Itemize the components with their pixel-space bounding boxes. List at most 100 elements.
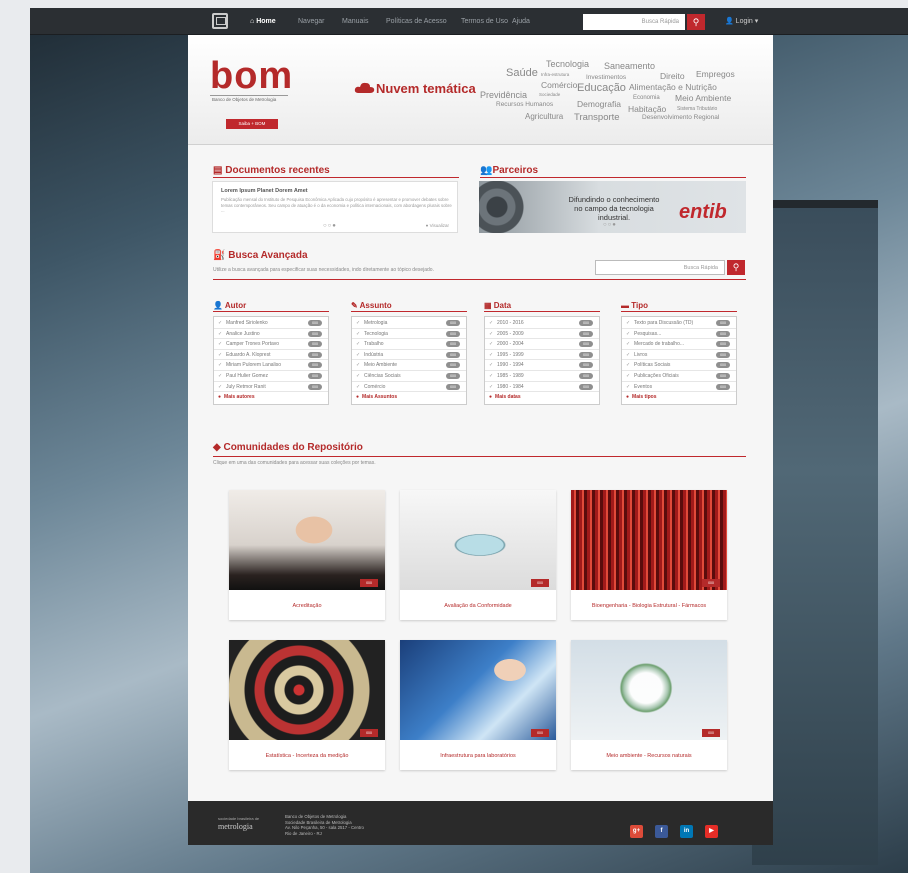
- site-logo-icon[interactable]: [212, 13, 228, 29]
- partner-banner[interactable]: Difundindo o conhecimento no campo da tec…: [479, 181, 746, 233]
- community-card[interactable]: 000 Infraestrutura para laboratórios: [400, 640, 556, 770]
- facet-tipo: ▬ Tipo Texto para Discussão (TD)000 Pesq…: [621, 300, 737, 406]
- facet-item[interactable]: Publicações Oficiais000: [622, 371, 736, 382]
- community-card[interactable]: 000 Estatística - Incerteza da medição: [229, 640, 385, 770]
- facet-item[interactable]: 2000 - 2004000: [485, 339, 599, 350]
- facet-item[interactable]: 1985 - 1989000: [485, 371, 599, 382]
- facet-item[interactable]: 1980 - 1984000: [485, 382, 599, 393]
- facet-item[interactable]: Tecnologia000: [352, 329, 466, 340]
- partners-title: 👥Parceiros: [480, 165, 539, 176]
- facet-item[interactable]: 1995 - 1999000: [485, 350, 599, 361]
- tag-rh[interactable]: Recursos Humanos: [496, 101, 553, 109]
- tag-educacao[interactable]: Educação: [577, 83, 626, 94]
- book-icon: ▬: [621, 301, 632, 310]
- community-card[interactable]: 000 Meio ambiente - Recursos naturais: [571, 640, 727, 770]
- nav-navegar[interactable]: Navegar: [298, 8, 324, 35]
- tag-transporte[interactable]: Transporte: [574, 113, 620, 123]
- recent-doc-card[interactable]: Lorem Ipsum Planet Dorem Amet Publicação…: [212, 181, 458, 233]
- facet-assunto: ✎ Assunto Metrologia000 Tecnologia000 Tr…: [351, 300, 467, 406]
- facet-item[interactable]: 1990 - 1994000: [485, 360, 599, 371]
- main-page: bom Banco de Objetos de Metrologia Saiba…: [188, 35, 773, 845]
- footer: sociedade brasileira de metrologia Banco…: [188, 801, 773, 845]
- nav-home[interactable]: ⌂ Home: [250, 8, 276, 35]
- facet-item[interactable]: Meio Ambiente000: [352, 360, 466, 371]
- tag-desenvolvimento[interactable]: Desenvolvimento Regional: [642, 114, 719, 122]
- nav-ajuda[interactable]: Ajuda: [512, 8, 530, 35]
- advanced-search-input[interactable]: Busca Rápida: [595, 260, 725, 275]
- tag-investimentos[interactable]: Investimentos: [586, 74, 626, 82]
- more-dates-link[interactable]: Mais datas: [485, 392, 599, 403]
- linkedin-icon[interactable]: in: [680, 825, 693, 838]
- partner-tagline: Difundindo o conhecimento no campo da tec…: [568, 195, 660, 222]
- more-types-link[interactable]: Mais tipos: [622, 392, 736, 403]
- facet-item[interactable]: Políticas Sociais000: [622, 360, 736, 371]
- bom-logo[interactable]: bom: [210, 57, 293, 95]
- partners-divider: [480, 177, 746, 178]
- search-icon[interactable]: ⚲: [727, 260, 745, 275]
- facet-item[interactable]: Eduardo A. Kloprest000: [214, 350, 328, 361]
- community-card[interactable]: 000 Acreditação: [229, 490, 385, 620]
- tag-direito[interactable]: Direito: [660, 72, 685, 81]
- tag-comercio[interactable]: Comércio: [541, 81, 577, 90]
- facet-item[interactable]: Comércio000: [352, 382, 466, 393]
- facet-item[interactable]: Camper Trones Portavo000: [214, 339, 328, 350]
- login-menu[interactable]: 👤 Login ▾: [725, 8, 758, 35]
- partner-carousel-dots[interactable]: ○○●: [603, 222, 617, 228]
- tag-saude[interactable]: Saúde: [506, 68, 538, 79]
- logo-divider: [210, 95, 288, 96]
- tag-alimentacao[interactable]: Alimentação e Nutrição: [629, 83, 717, 92]
- user-icon: 👤: [725, 18, 736, 25]
- tag-habitacao[interactable]: Habitação: [628, 105, 666, 114]
- footer-address: Banco de Objetos de Metrologia Sociedade…: [285, 814, 364, 836]
- facet-item[interactable]: Manfred Siriolenko000: [214, 318, 328, 329]
- nav-termos[interactable]: Termos de Uso: [461, 8, 508, 35]
- facet-item[interactable]: Metrologia000: [352, 318, 466, 329]
- binoculars-icon: ⛽: [213, 250, 229, 261]
- tag-sociedade[interactable]: Sociedade: [539, 92, 560, 98]
- tag-tecnologia[interactable]: Tecnologia: [546, 60, 589, 69]
- facet-item[interactable]: Mercado de trabalho...000: [622, 339, 736, 350]
- facet-item[interactable]: Eventos000: [622, 382, 736, 393]
- facet-item[interactable]: 2005 - 2009000: [485, 329, 599, 340]
- facet-item[interactable]: Paul Hulier Gomez000: [214, 371, 328, 382]
- community-card[interactable]: 000 Avaliação da Conformidade: [400, 490, 556, 620]
- view-link[interactable]: ● Visualizar: [426, 223, 449, 228]
- tag-tributario[interactable]: Sistema Tributário: [677, 107, 717, 112]
- stamp-image: [229, 490, 385, 590]
- tag-empregos[interactable]: Empregos: [696, 70, 735, 79]
- facet-item[interactable]: Ciências Sociais000: [352, 371, 466, 382]
- more-authors-link[interactable]: Mais autores: [214, 392, 328, 403]
- quick-search-input[interactable]: Busca Rápida: [583, 14, 685, 30]
- tag-demografia[interactable]: Demografia: [577, 100, 621, 109]
- communities-hint: Clique em uma das comunidades para acess…: [213, 460, 376, 466]
- doc-title[interactable]: Lorem Ipsum Planet Dorem Amet: [221, 188, 308, 194]
- facet-item[interactable]: 2010 - 2016000: [485, 318, 599, 329]
- facet-item[interactable]: Indústria000: [352, 350, 466, 361]
- doc-carousel-dots[interactable]: ○○●: [323, 223, 337, 229]
- people-icon: 👥: [480, 165, 493, 176]
- tag-saneamento[interactable]: Saneamento: [604, 62, 655, 71]
- sbm-logo: sociedade brasileira de metrologia: [218, 816, 260, 831]
- facet-item[interactable]: July Retmor Ranit000: [214, 382, 328, 393]
- tag-previdencia[interactable]: Previdência: [480, 91, 527, 100]
- tag-agricultura[interactable]: Agricultura: [525, 113, 563, 121]
- tag-meio-ambiente[interactable]: Meio Ambiente: [675, 94, 731, 103]
- search-icon[interactable]: ⚲: [687, 14, 705, 30]
- tag-infra[interactable]: Infra-estrutura: [541, 72, 569, 78]
- facet-item[interactable]: Pesquisas...000: [622, 329, 736, 340]
- facet-item[interactable]: Trabalho000: [352, 339, 466, 350]
- facet-item[interactable]: Livros000: [622, 350, 736, 361]
- facet-item[interactable]: Texto para Discussão (TD)000: [622, 318, 736, 329]
- about-button[interactable]: Saiba + BOM: [226, 119, 278, 129]
- facet-item[interactable]: Analice Justino000: [214, 329, 328, 340]
- nav-politicas[interactable]: Políticas de Acesso: [386, 8, 447, 35]
- recent-docs-title: ▤ Documentos recentes: [213, 165, 330, 176]
- youtube-icon[interactable]: ▶: [705, 825, 718, 838]
- tag-economia[interactable]: Economia: [633, 95, 660, 101]
- more-subjects-link[interactable]: Mais Assuntos: [352, 392, 466, 403]
- nav-manuais[interactable]: Manuais: [342, 8, 368, 35]
- google-plus-icon[interactable]: g+: [630, 825, 643, 838]
- facebook-icon[interactable]: f: [655, 825, 668, 838]
- facet-item[interactable]: Miriam Pulorem Lanaliso000: [214, 360, 328, 371]
- community-card[interactable]: 000 Bioengenharia - Biologia Estrutural …: [571, 490, 727, 620]
